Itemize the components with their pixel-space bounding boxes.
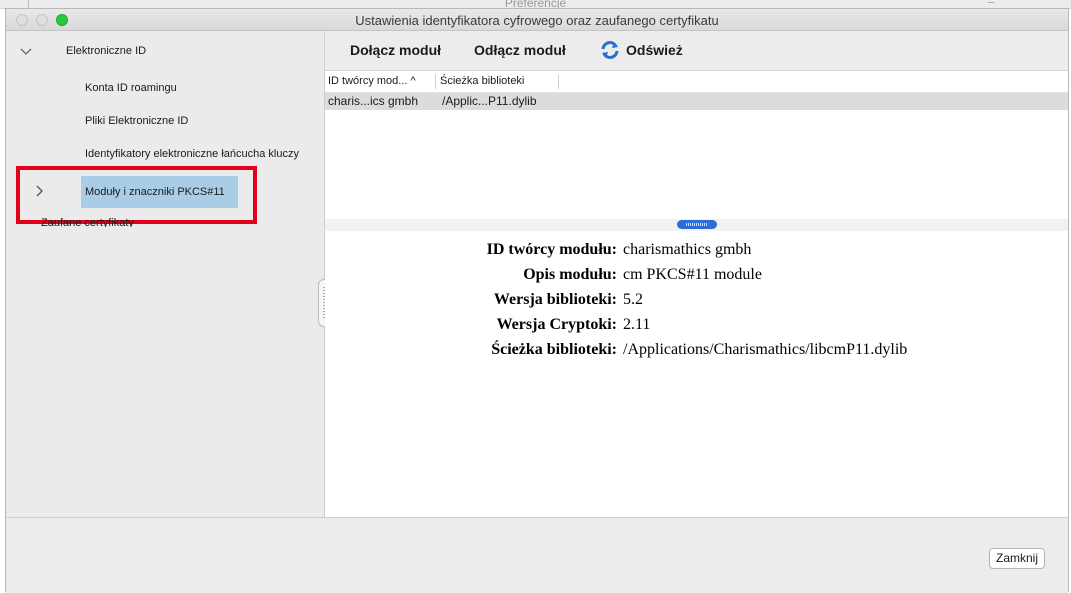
table-header: ID twórcy mod... ^ Ścieżka biblioteki [325, 71, 1068, 93]
splitter-handle-icon[interactable] [677, 220, 717, 229]
sidebar-item-roaming-accounts[interactable]: Konta ID roamingu [85, 82, 177, 94]
detail-label: Ścieżka biblioteki: [491, 341, 617, 358]
column-separator [558, 74, 559, 89]
title-bar: Ustawienia identyfikatora cyfrowego oraz… [6, 9, 1068, 31]
background-icon [988, 2, 994, 3]
pane-splitter[interactable] [325, 219, 1068, 231]
column-separator [435, 74, 436, 89]
detail-label: Wersja biblioteki: [493, 291, 617, 308]
refresh-button[interactable]: Odśwież [626, 42, 683, 58]
sidebar-item-trusted-certificates-label: Zaufane certyfikaty [41, 217, 134, 227]
column-header-library-path[interactable]: Ścieżka biblioteki [440, 75, 524, 87]
sidebar-item-trusted-certificates[interactable]: Zaufane certyfikaty [41, 217, 181, 227]
detail-value: 2.11 [623, 316, 651, 333]
dialog-window: Ustawienia identyfikatora cyfrowego oraz… [5, 8, 1069, 593]
chevron-down-icon[interactable] [20, 43, 32, 59]
detail-value: 5.2 [623, 291, 643, 308]
detail-value: charismathics gmbh [623, 241, 752, 258]
detail-label: ID twórcy modułu: [486, 241, 617, 258]
detach-module-button[interactable]: Odłącz moduł [474, 42, 566, 58]
sidebar-item-id-files[interactable]: Pliki Elektroniczne ID [85, 115, 188, 127]
attach-module-button[interactable]: Dołącz moduł [350, 42, 441, 58]
detail-value: /Applications/Charismathics/libcmP11.dyl… [623, 341, 908, 358]
bottom-bar: Zamknij [6, 517, 1068, 593]
detail-label: Wersja Cryptoki: [496, 316, 617, 333]
sidebar: Elektroniczne ID Konta ID roamingu Pliki… [6, 31, 330, 517]
column-header-creator-id[interactable]: ID twórcy mod... ^ [328, 75, 416, 87]
main-pane: Dołącz moduł Odłącz moduł Odśwież ID twó… [325, 31, 1068, 517]
highlight-annotation-box [16, 166, 257, 224]
sidebar-item-keychain-ids[interactable]: Identyfikatory elektroniczne łańcucha kl… [85, 148, 299, 160]
close-button[interactable]: Zamknij [989, 548, 1045, 569]
window-title: Ustawienia identyfikatora cyfrowego oraz… [355, 13, 719, 28]
refresh-icon[interactable] [599, 39, 621, 61]
detail-value: cm PKCS#11 module [623, 266, 762, 283]
table-row[interactable]: charis...ics gmbh /Applic...P11.dylib [325, 93, 1068, 110]
sidebar-item-electronic-id[interactable]: Elektroniczne ID [66, 45, 146, 57]
detail-label: Opis modułu: [523, 266, 617, 283]
table-cell-creator-id: charis...ics gmbh [328, 94, 419, 108]
table-cell-library-path: /Applic...P11.dylib [442, 94, 537, 108]
toolbar: Dołącz moduł Odłącz moduł Odśwież [325, 31, 1068, 71]
